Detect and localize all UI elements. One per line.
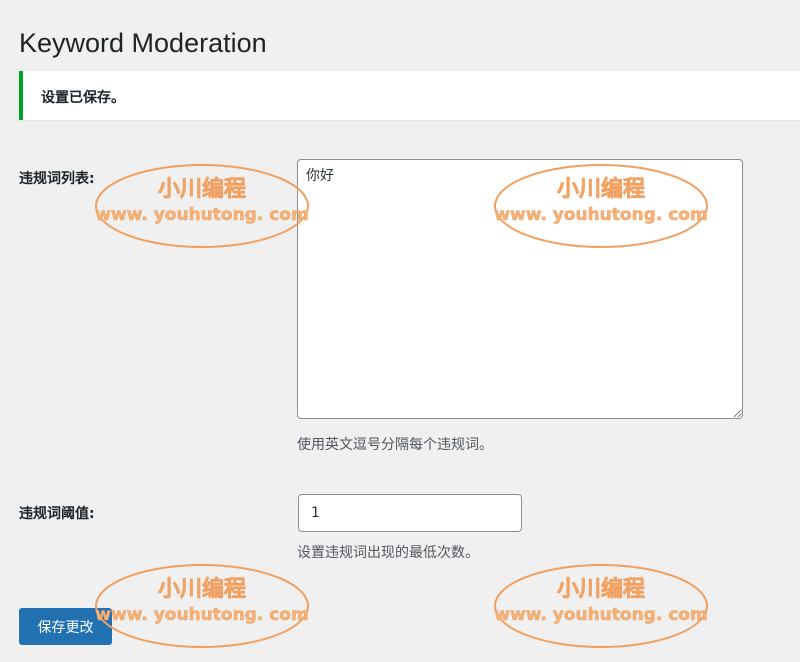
watermark-line-1: 小川编程 — [158, 176, 246, 202]
save-changes-button[interactable]: 保存更改 — [19, 608, 112, 645]
keywords-label: 违规词列表: — [19, 171, 95, 187]
watermark-line-2: www. youhutong. com — [95, 205, 308, 225]
settings-saved-notice: 设置已保存。 — [19, 71, 800, 120]
keywords-description: 使用英文逗号分隔每个违规词。 — [297, 437, 493, 453]
notice-message: 设置已保存。 — [41, 90, 125, 106]
page-title: Keyword Moderation — [19, 28, 267, 58]
watermark-stamp: 小川编程 www. youhutong. com — [94, 163, 310, 249]
keywords-textarea[interactable]: 你好 — [297, 159, 743, 419]
threshold-label: 违规词阈值: — [19, 506, 95, 522]
watermark-line-1: 小川编程 — [158, 576, 246, 602]
watermark-stamp: 小川编程 www. youhutong. com — [94, 563, 310, 649]
threshold-input[interactable] — [298, 494, 522, 532]
watermark-line-2: www. youhutong. com — [95, 605, 308, 625]
watermark-line-2: www. youhutong. com — [494, 605, 707, 625]
watermark-stamp: 小川编程 www. youhutong. com — [493, 563, 709, 649]
watermark-line-1: 小川编程 — [557, 576, 645, 602]
threshold-description: 设置违规词出现的最低次数。 — [297, 545, 479, 561]
